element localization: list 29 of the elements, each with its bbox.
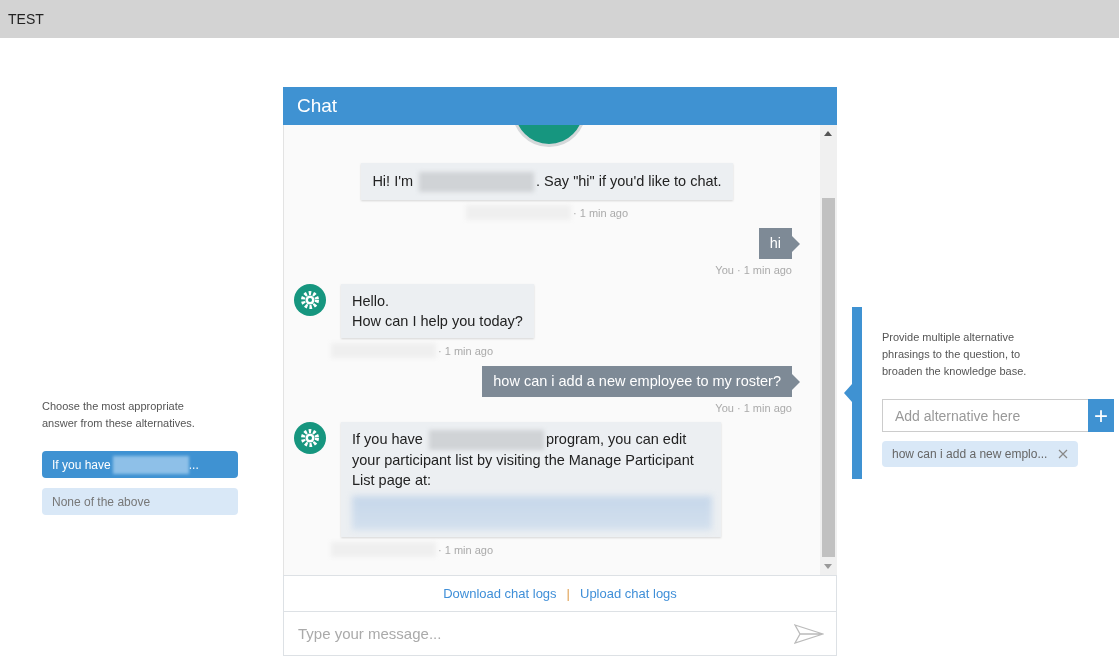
message-time: · 1 min ago — [438, 344, 494, 357]
scrollbar[interactable] — [820, 125, 837, 575]
gear-avatar-icon — [294, 284, 326, 317]
message-text: hi — [769, 234, 781, 254]
message-time: You · 1 min ago — [715, 264, 792, 277]
upload-logs-link[interactable]: Upload chat logs — [580, 586, 677, 601]
close-icon[interactable] — [1058, 449, 1068, 459]
instruction-text: Choose the most appropriate answer from these alternatives. — [42, 399, 196, 431]
alternative-input[interactable]: Add alternative here — [882, 399, 1088, 432]
message-text: If you have program, you can edit your participant list by visiting the Manage Participant List page at: — [352, 429, 695, 491]
message-input[interactable]: Type your message... — [296, 624, 794, 643]
download-logs-link[interactable]: Download chat logs — [443, 586, 557, 601]
tag-text: how can i add a new emplo... — [892, 447, 1048, 461]
message-time: · 1 min ago — [438, 543, 494, 556]
message-time: · 1 min ago — [573, 206, 628, 219]
link-separator: | — [566, 586, 570, 601]
message-text: Hi! I'm . Say "hi" if you'd like to chat. — [372, 171, 722, 193]
add-button[interactable]: + — [1088, 399, 1114, 432]
window-title: TEST — [0, 0, 1119, 38]
gear-avatar-icon — [294, 422, 326, 455]
answer-option[interactable]: If you have ... — [42, 451, 238, 478]
answer-option[interactable]: None of the above — [42, 488, 238, 515]
message-text: Hello. How can I help you today? — [352, 292, 523, 332]
send-icon[interactable] — [794, 623, 824, 644]
message-text: how can i add a new employee to my roster? — [493, 372, 781, 392]
message-field[interactable]: Type your message... — [283, 612, 837, 656]
instruction-text: Provide multiple alternative phrasings to the question, to broaden the knowledge base. — [882, 330, 1028, 379]
chat-header: Chat — [283, 87, 837, 125]
message-time: You · 1 min ago — [715, 402, 792, 415]
